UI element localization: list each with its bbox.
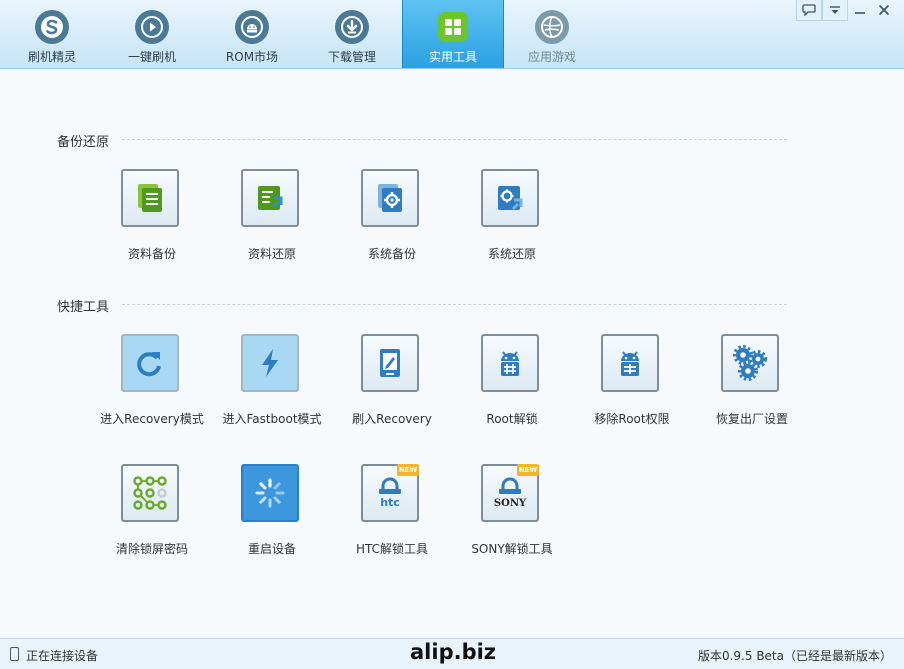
tool-data-restore[interactable]: 资料还原 — [212, 169, 332, 279]
tool-remove-root[interactable]: 移除Root权限 — [572, 334, 692, 444]
section-divider — [122, 139, 787, 140]
top-nav-bar: 刷机精灵 一键刷机 ROM市场 下载管理 实用工具 应用游戏 — [0, 0, 904, 69]
section-divider — [122, 304, 787, 305]
tool-flash-recovery[interactable]: 刷入Recovery — [332, 334, 452, 444]
tool-system-restore[interactable]: 系统还原 — [452, 169, 572, 279]
tool-root-unlock[interactable]: Root解锁 — [452, 334, 572, 444]
app-window: 刷机精灵 一键刷机 ROM市场 下载管理 实用工具 应用游戏 备份还原 资料备份… — [0, 0, 904, 669]
android-remove-icon — [601, 334, 659, 392]
menu-button[interactable] — [822, 0, 848, 21]
tab-rom-market[interactable]: ROM市场 — [202, 0, 302, 68]
tab-label: 下载管理 — [327, 50, 376, 64]
phone-icon — [10, 647, 19, 661]
tab-label: 一键刷机 — [127, 50, 176, 64]
tab-shuaji-jingling[interactable]: 刷机精灵 — [2, 0, 102, 68]
tool-data-backup[interactable]: 资料备份 — [92, 169, 212, 279]
loading-icon — [241, 464, 299, 522]
tool-system-backup[interactable]: 系统备份 — [332, 169, 452, 279]
version-info: 版本0.9.5 Beta（已经是最新版本） — [697, 649, 892, 663]
system-restore-icon — [481, 169, 539, 227]
game-icon — [535, 10, 569, 44]
tools-panel: 备份还原 资料备份 资料还原 系统备份 系统还原 快捷工具 进入Recovery… — [0, 69, 904, 638]
gears-icon — [721, 334, 779, 392]
pattern-lock-icon — [121, 464, 179, 522]
feedback-button[interactable] — [796, 0, 822, 21]
tool-label: 恢复出厂设置 — [715, 412, 788, 426]
download-icon — [335, 10, 369, 44]
grid-icon — [438, 12, 468, 42]
tab-one-click-flash[interactable]: 一键刷机 — [102, 0, 202, 68]
status-bar: 正在连接设备 alip.biz 版本0.9.5 Beta（已经是最新版本） — [0, 638, 904, 669]
tab-download-manager[interactable]: 下载管理 — [302, 0, 402, 68]
android-icon — [235, 10, 269, 44]
minimize-icon — [855, 12, 865, 14]
lightning-icon — [241, 334, 299, 392]
logo-s-icon — [35, 10, 69, 44]
tab-label: ROM市场 — [225, 50, 279, 64]
tab-apps-games[interactable]: 应用游戏 — [502, 0, 602, 68]
tool-label: 系统还原 — [487, 247, 536, 261]
tab-utility-tools[interactable]: 实用工具 — [402, 0, 504, 68]
new-badge: NEW — [397, 464, 419, 476]
tool-enter-recovery[interactable]: 进入Recovery模式 — [92, 334, 212, 444]
section-title-quick-tools: 快捷工具 — [57, 300, 110, 315]
tab-label: 实用工具 — [428, 50, 477, 64]
new-badge: NEW — [517, 464, 539, 476]
data-backup-icon — [121, 169, 179, 227]
htc-lock-icon: htc NEW — [361, 464, 419, 522]
tool-label: SONY解锁工具 — [471, 542, 553, 556]
sony-brand-text: SONY — [494, 498, 527, 509]
tool-clear-lock-password[interactable]: 清除锁屏密码 — [92, 464, 212, 574]
connection-status: 正在连接设备 — [26, 649, 99, 663]
tool-enter-fastboot[interactable]: 进入Fastboot模式 — [212, 334, 332, 444]
window-controls — [796, 0, 896, 22]
system-backup-icon — [361, 169, 419, 227]
data-restore-icon — [241, 169, 299, 227]
close-button[interactable] — [872, 0, 896, 20]
tool-htc-unlock[interactable]: htc NEW HTC解锁工具 — [332, 464, 452, 574]
tool-reboot-device[interactable]: 重启设备 — [212, 464, 332, 574]
refresh-icon — [121, 334, 179, 392]
tab-label: 应用游戏 — [527, 50, 576, 64]
tool-sony-unlock[interactable]: SONY NEW SONY解锁工具 — [452, 464, 572, 574]
htc-brand-text: htc — [380, 496, 400, 509]
tool-factory-reset[interactable]: 恢复出厂设置 — [692, 334, 812, 444]
minimize-button[interactable] — [848, 0, 872, 20]
section-title-backup: 备份还原 — [57, 135, 110, 150]
tablet-pen-icon — [361, 334, 419, 392]
speech-bubble-icon — [802, 4, 816, 16]
watermark-text: alip.biz — [410, 640, 497, 664]
tab-label: 刷机精灵 — [27, 50, 76, 64]
play-icon — [135, 10, 169, 44]
menu-dropdown-icon — [830, 6, 840, 14]
sony-lock-icon: SONY NEW — [481, 464, 539, 522]
android-unlock-icon — [481, 334, 539, 392]
close-icon — [878, 4, 890, 16]
